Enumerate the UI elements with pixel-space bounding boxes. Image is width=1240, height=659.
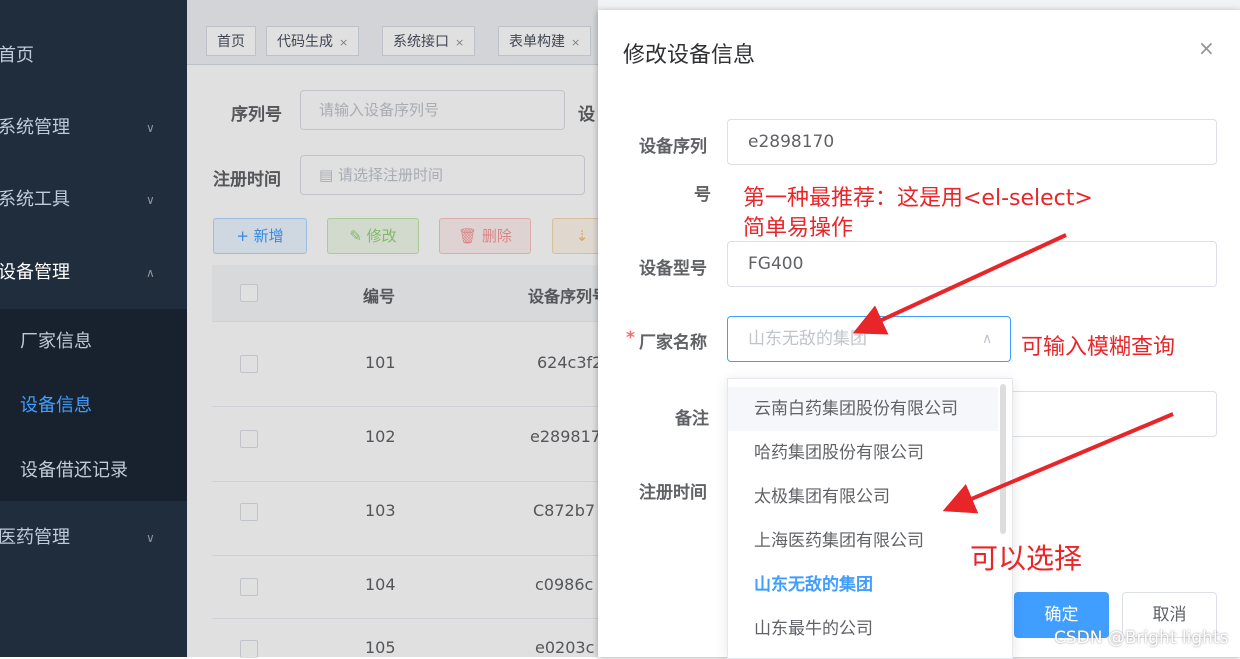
arrow-to-options [942, 412, 1174, 514]
annotation-note-1b: 简单易操作 [743, 216, 854, 241]
watermark: CSDN @Bright lights [1054, 628, 1229, 648]
annotation-note-3: 可以选择 [970, 542, 1083, 575]
annotation-note-1: 第一种最推荐：这是用<el-select> [743, 186, 1093, 211]
annotation-note-2: 可输入模糊查询 [1021, 335, 1176, 360]
arrow-to-select [852, 233, 1067, 335]
